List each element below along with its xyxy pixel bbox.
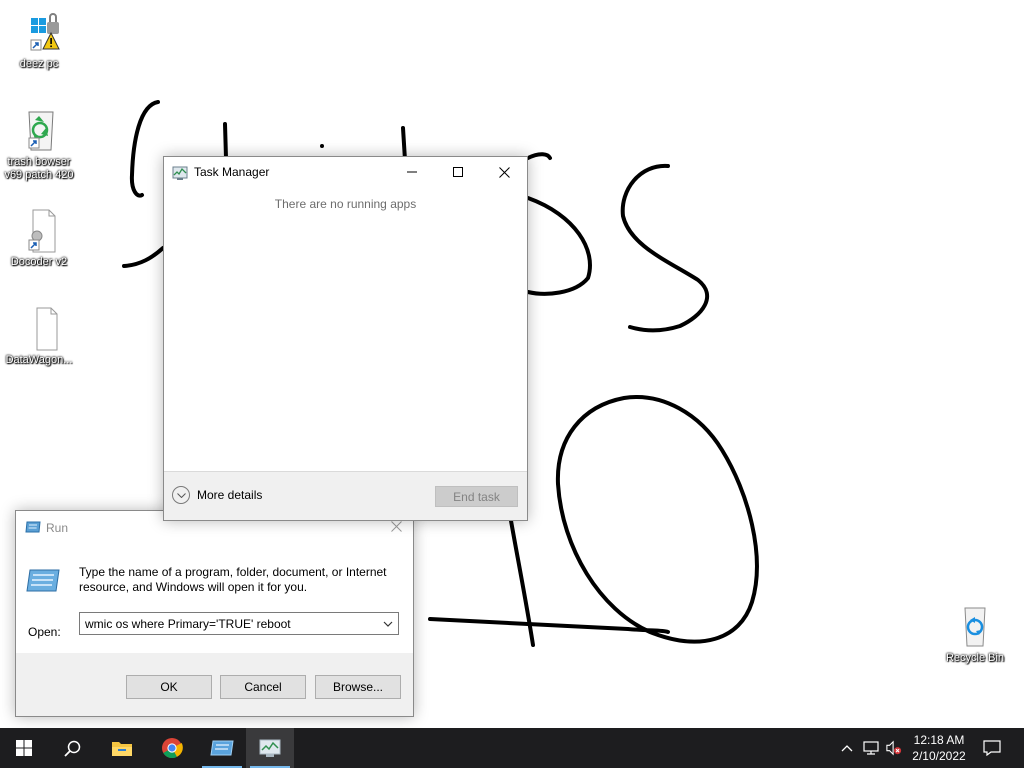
- desktop-icon-datawagon[interactable]: DataWagon...: [0, 304, 78, 367]
- scribble-s-right: [620, 163, 710, 333]
- task-manager-icon: [259, 739, 281, 757]
- run-app-icon: [210, 740, 234, 756]
- end-task-button[interactable]: End task: [435, 486, 518, 507]
- open-combobox[interactable]: [79, 612, 399, 635]
- recycle-bin-full-icon: [15, 106, 63, 154]
- start-button[interactable]: [0, 728, 48, 768]
- start-icon: [16, 740, 32, 756]
- scribble-left-stroke: [122, 246, 165, 268]
- notifications-icon[interactable]: [983, 740, 1001, 756]
- taskbar-file-explorer[interactable]: [98, 728, 146, 768]
- network-icon[interactable]: [863, 740, 879, 756]
- run-dialog: Run Type the name of a program, folder, …: [15, 510, 414, 717]
- cancel-button[interactable]: Cancel: [220, 675, 306, 699]
- run-app-icon: [25, 520, 41, 534]
- search-icon: [63, 740, 80, 757]
- maximize-button[interactable]: [435, 157, 481, 187]
- run-description: Type the name of a program, folder, docu…: [79, 565, 387, 594]
- close-button[interactable]: [481, 157, 527, 187]
- run-program-icon: [26, 567, 60, 593]
- desktop-icon-label: trash bowser v69 patch 420: [4, 156, 74, 181]
- clock-time: 12:18 AM: [913, 733, 965, 747]
- maximize-icon: [453, 167, 463, 177]
- desktop-icon-label: deez pc: [19, 58, 59, 70]
- blank-file-icon: [15, 304, 63, 352]
- chrome-icon: [162, 738, 183, 759]
- search-button[interactable]: [48, 728, 96, 768]
- desktop-icon-trash-bowser[interactable]: trash bowser v69 patch 420: [0, 106, 78, 182]
- document-shortcut-icon: [15, 206, 63, 254]
- scribble-o-partial: [526, 152, 592, 296]
- scribble-dot: [320, 144, 324, 148]
- task-manager-window: Task Manager There are no running apps M…: [163, 156, 528, 521]
- more-details-label: More details: [197, 488, 263, 502]
- recycle-bin-icon: [951, 602, 999, 650]
- chevron-down-icon[interactable]: [378, 613, 398, 634]
- clock-date: 2/10/2022: [912, 749, 966, 763]
- minimize-icon: [407, 171, 417, 173]
- desktop-icon-recycle-bin[interactable]: Recycle Bin: [936, 602, 1014, 665]
- task-manager-icon: [172, 165, 188, 181]
- file-explorer-icon: [112, 742, 132, 756]
- more-details-toggle[interactable]: More details: [172, 486, 262, 504]
- minimize-button[interactable]: [389, 157, 435, 187]
- run-title: Run: [46, 521, 69, 535]
- close-icon: [390, 520, 402, 532]
- taskbar: 12:18 AM 2/10/2022: [0, 728, 1024, 768]
- taskbar-run[interactable]: [198, 728, 246, 768]
- close-icon: [498, 166, 510, 178]
- taskbar-chrome[interactable]: [148, 728, 196, 768]
- scribble-zero-oval: [555, 395, 759, 644]
- scribble-s-left: [129, 100, 160, 198]
- desktop-icon-label: Recycle Bin: [945, 652, 1005, 664]
- ok-button[interactable]: OK: [126, 675, 212, 699]
- desktop-icon-docoder[interactable]: Docoder v2: [0, 206, 78, 269]
- desktop-icon-label: Docoder v2: [10, 256, 68, 268]
- windows-pc-icon: [15, 8, 63, 56]
- desktop-icon-this-pc[interactable]: deez pc: [0, 8, 78, 71]
- desktop-icon-label: DataWagon...: [5, 354, 73, 366]
- browse-button[interactable]: Browse...: [315, 675, 401, 699]
- chevron-down-circle-icon: [172, 486, 190, 504]
- volume-muted-icon[interactable]: [886, 740, 902, 756]
- task-manager-titlebar[interactable]: Task Manager: [164, 157, 527, 187]
- no-running-apps-message: There are no running apps: [274, 197, 417, 211]
- run-body: Type the name of a program, folder, docu…: [16, 543, 413, 653]
- taskbar-clock[interactable]: 12:18 AM 2/10/2022: [906, 732, 972, 764]
- open-input[interactable]: [80, 613, 370, 634]
- taskbar-task-manager[interactable]: [246, 728, 294, 768]
- task-manager-title: Task Manager: [194, 165, 270, 179]
- scribble-vertical-1: [223, 122, 228, 160]
- open-label: Open:: [28, 625, 61, 639]
- chevron-up-icon[interactable]: [839, 740, 855, 756]
- task-manager-footer: More details End task: [164, 471, 527, 520]
